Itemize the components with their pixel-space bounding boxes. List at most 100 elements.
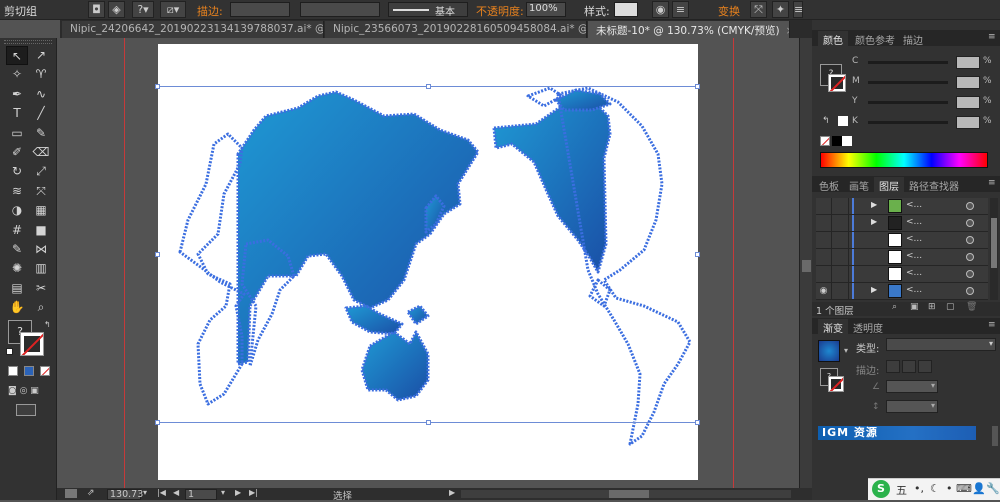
target-icon[interactable]	[966, 270, 974, 278]
transform-options-icon[interactable]: ✦	[772, 1, 789, 18]
swap-fill-stroke-icon[interactable]: ↰	[44, 320, 51, 329]
layer-row[interactable]: <...	[816, 249, 988, 266]
width-tool-icon[interactable]: ≋	[6, 182, 28, 201]
expand-icon[interactable]: ▶	[871, 200, 877, 209]
none-mode-icon[interactable]	[40, 366, 50, 376]
share-icon[interactable]: ⇗	[87, 488, 95, 498]
panel-menu-icon[interactable]: ≡	[988, 32, 996, 42]
target-icon[interactable]	[966, 253, 974, 261]
tab-document-1[interactable]: Nipic_24206642_20190223134139788037.ai* …	[62, 21, 324, 38]
slice-tool-icon[interactable]: ✂	[30, 279, 52, 298]
cyan-slider[interactable]: C%	[852, 56, 992, 70]
stroke-color-swatch[interactable]: ⧄▾	[160, 1, 186, 18]
scroll-thumb[interactable]	[802, 260, 811, 272]
keyboard-icon[interactable]: ⌨	[956, 482, 972, 495]
tab-layers[interactable]: 图层	[874, 177, 904, 193]
artboard[interactable]	[158, 44, 698, 480]
zoom-field[interactable]: 130.73	[107, 489, 143, 500]
color-mode-icon[interactable]	[8, 366, 18, 376]
new-layer-icon[interactable]: ▢	[946, 302, 955, 312]
delete-layer-icon[interactable]: 🗑	[966, 302, 977, 312]
selection-tool-icon[interactable]: ↖	[6, 46, 28, 65]
gradient-swatch[interactable]	[818, 340, 840, 362]
sogou-s-icon[interactable]: S	[872, 480, 890, 498]
canvas-area[interactable]	[57, 38, 799, 488]
target-icon[interactable]	[966, 219, 974, 227]
stroke-label[interactable]: 描边:	[197, 3, 223, 19]
vertical-scrollbar[interactable]	[799, 38, 812, 488]
panel-grip[interactable]	[4, 40, 52, 44]
white-swatch[interactable]	[838, 116, 848, 126]
graphic-style-swatch[interactable]	[614, 2, 638, 17]
stroke-gradient-option[interactable]	[886, 360, 900, 373]
layer-row[interactable]: <...	[816, 232, 988, 249]
black-swatch[interactable]	[832, 136, 842, 146]
tab-brushes[interactable]: 画笔	[844, 177, 874, 193]
rectangle-tool-icon[interactable]: ▭	[6, 124, 28, 143]
zoom-dropdown-icon[interactable]: ▾	[143, 488, 147, 497]
first-artboard-icon[interactable]: |◀	[157, 488, 166, 497]
ime-mode-label[interactable]: 五	[896, 482, 907, 498]
scale-tool-icon[interactable]: ⤢	[30, 162, 52, 181]
artboard-dropdown-icon[interactable]: ▾	[221, 488, 225, 497]
target-icon[interactable]	[966, 287, 974, 295]
white-swatch-2[interactable]	[842, 136, 852, 146]
blend-tool-icon[interactable]: ⋈	[30, 240, 52, 259]
isolate-group-icon[interactable]: ◘	[88, 1, 105, 18]
gradient-mode-icon[interactable]	[24, 366, 34, 376]
gradient-aspect-field[interactable]: ▾	[886, 400, 938, 413]
tab-swatches[interactable]: 色板	[814, 177, 844, 193]
tab-transparency[interactable]: 透明度	[848, 319, 888, 335]
selection-handle[interactable]	[695, 84, 700, 89]
horizontal-scrollbar[interactable]	[461, 490, 791, 498]
transform-label[interactable]: 变换	[718, 3, 740, 19]
stroke-mini[interactable]	[828, 74, 846, 92]
edit-contents-icon[interactable]: ◈	[108, 1, 125, 18]
transform-icon[interactable]: ⤧	[750, 1, 767, 18]
layer-row[interactable]: <...	[816, 266, 988, 283]
target-icon[interactable]	[966, 236, 974, 244]
column-graph-tool-icon[interactable]: ▥	[30, 259, 52, 278]
stroke-gradient-option[interactable]	[918, 360, 932, 373]
target-icon[interactable]	[966, 202, 974, 210]
selection-handle[interactable]	[695, 252, 700, 257]
type-tool-icon[interactable]: T	[6, 104, 28, 123]
eyedropper-tool-icon[interactable]: ✎	[6, 240, 28, 259]
expand-icon[interactable]: ▶	[871, 217, 877, 226]
yellow-slider[interactable]: Y%	[852, 96, 992, 110]
document-icon[interactable]	[65, 489, 77, 498]
rotate-tool-icon[interactable]: ↻	[6, 162, 28, 181]
opacity-label[interactable]: 不透明度:	[476, 3, 524, 19]
stroke-gradient-mini[interactable]	[828, 376, 844, 392]
layer-row[interactable]: ▶ <...	[816, 215, 988, 232]
stroke-weight-field[interactable]	[230, 2, 290, 17]
visibility-eye-icon[interactable]: ◉	[816, 283, 832, 299]
layers-scrollbar[interactable]	[990, 198, 998, 300]
fill-stroke-widget[interactable]: ? ↰	[6, 320, 51, 364]
tab-color-guide[interactable]: 颜色参考	[850, 31, 900, 47]
panel-menu-icon[interactable]: ≡	[988, 320, 996, 330]
symbol-sprayer-tool-icon[interactable]: ✺	[6, 259, 28, 278]
tab-document-3[interactable]: 未标题-10* @ 130.73% (CMYK/预览)×	[588, 21, 790, 38]
selection-handle[interactable]	[426, 84, 431, 89]
gradient-tool-icon[interactable]: ■	[30, 221, 52, 240]
panel-menu-icon[interactable]: ≡	[988, 178, 996, 188]
free-transform-tool-icon[interactable]: ⤧	[30, 182, 52, 201]
line-segment-tool-icon[interactable]: ╱	[30, 104, 52, 123]
selection-handle[interactable]	[155, 252, 160, 257]
stroke-gradient-option[interactable]	[902, 360, 916, 373]
magic-wand-tool-icon[interactable]: ✧	[6, 65, 28, 84]
panel-scroll[interactable]	[992, 426, 998, 446]
gradient-type-dropdown[interactable]: ▾	[886, 338, 996, 351]
fill-color-swatch[interactable]: ?▾	[132, 1, 154, 18]
gradient-swatch-dropdown-icon[interactable]: ▾	[844, 346, 848, 355]
dot-icon[interactable]: •	[946, 482, 953, 495]
prev-artboard-icon[interactable]: ◀	[173, 488, 179, 497]
brush-definition[interactable]: 基本	[388, 2, 468, 18]
none-swatch[interactable]	[820, 136, 830, 146]
layer-row[interactable]: ▶ <...	[816, 198, 988, 215]
magenta-slider[interactable]: M%	[852, 76, 992, 90]
user-icon[interactable]: 👤	[972, 482, 986, 495]
pencil-tool-icon[interactable]: ✐	[6, 143, 28, 162]
draw-modes-icon[interactable]: ◙ ◎ ▣	[8, 386, 48, 398]
